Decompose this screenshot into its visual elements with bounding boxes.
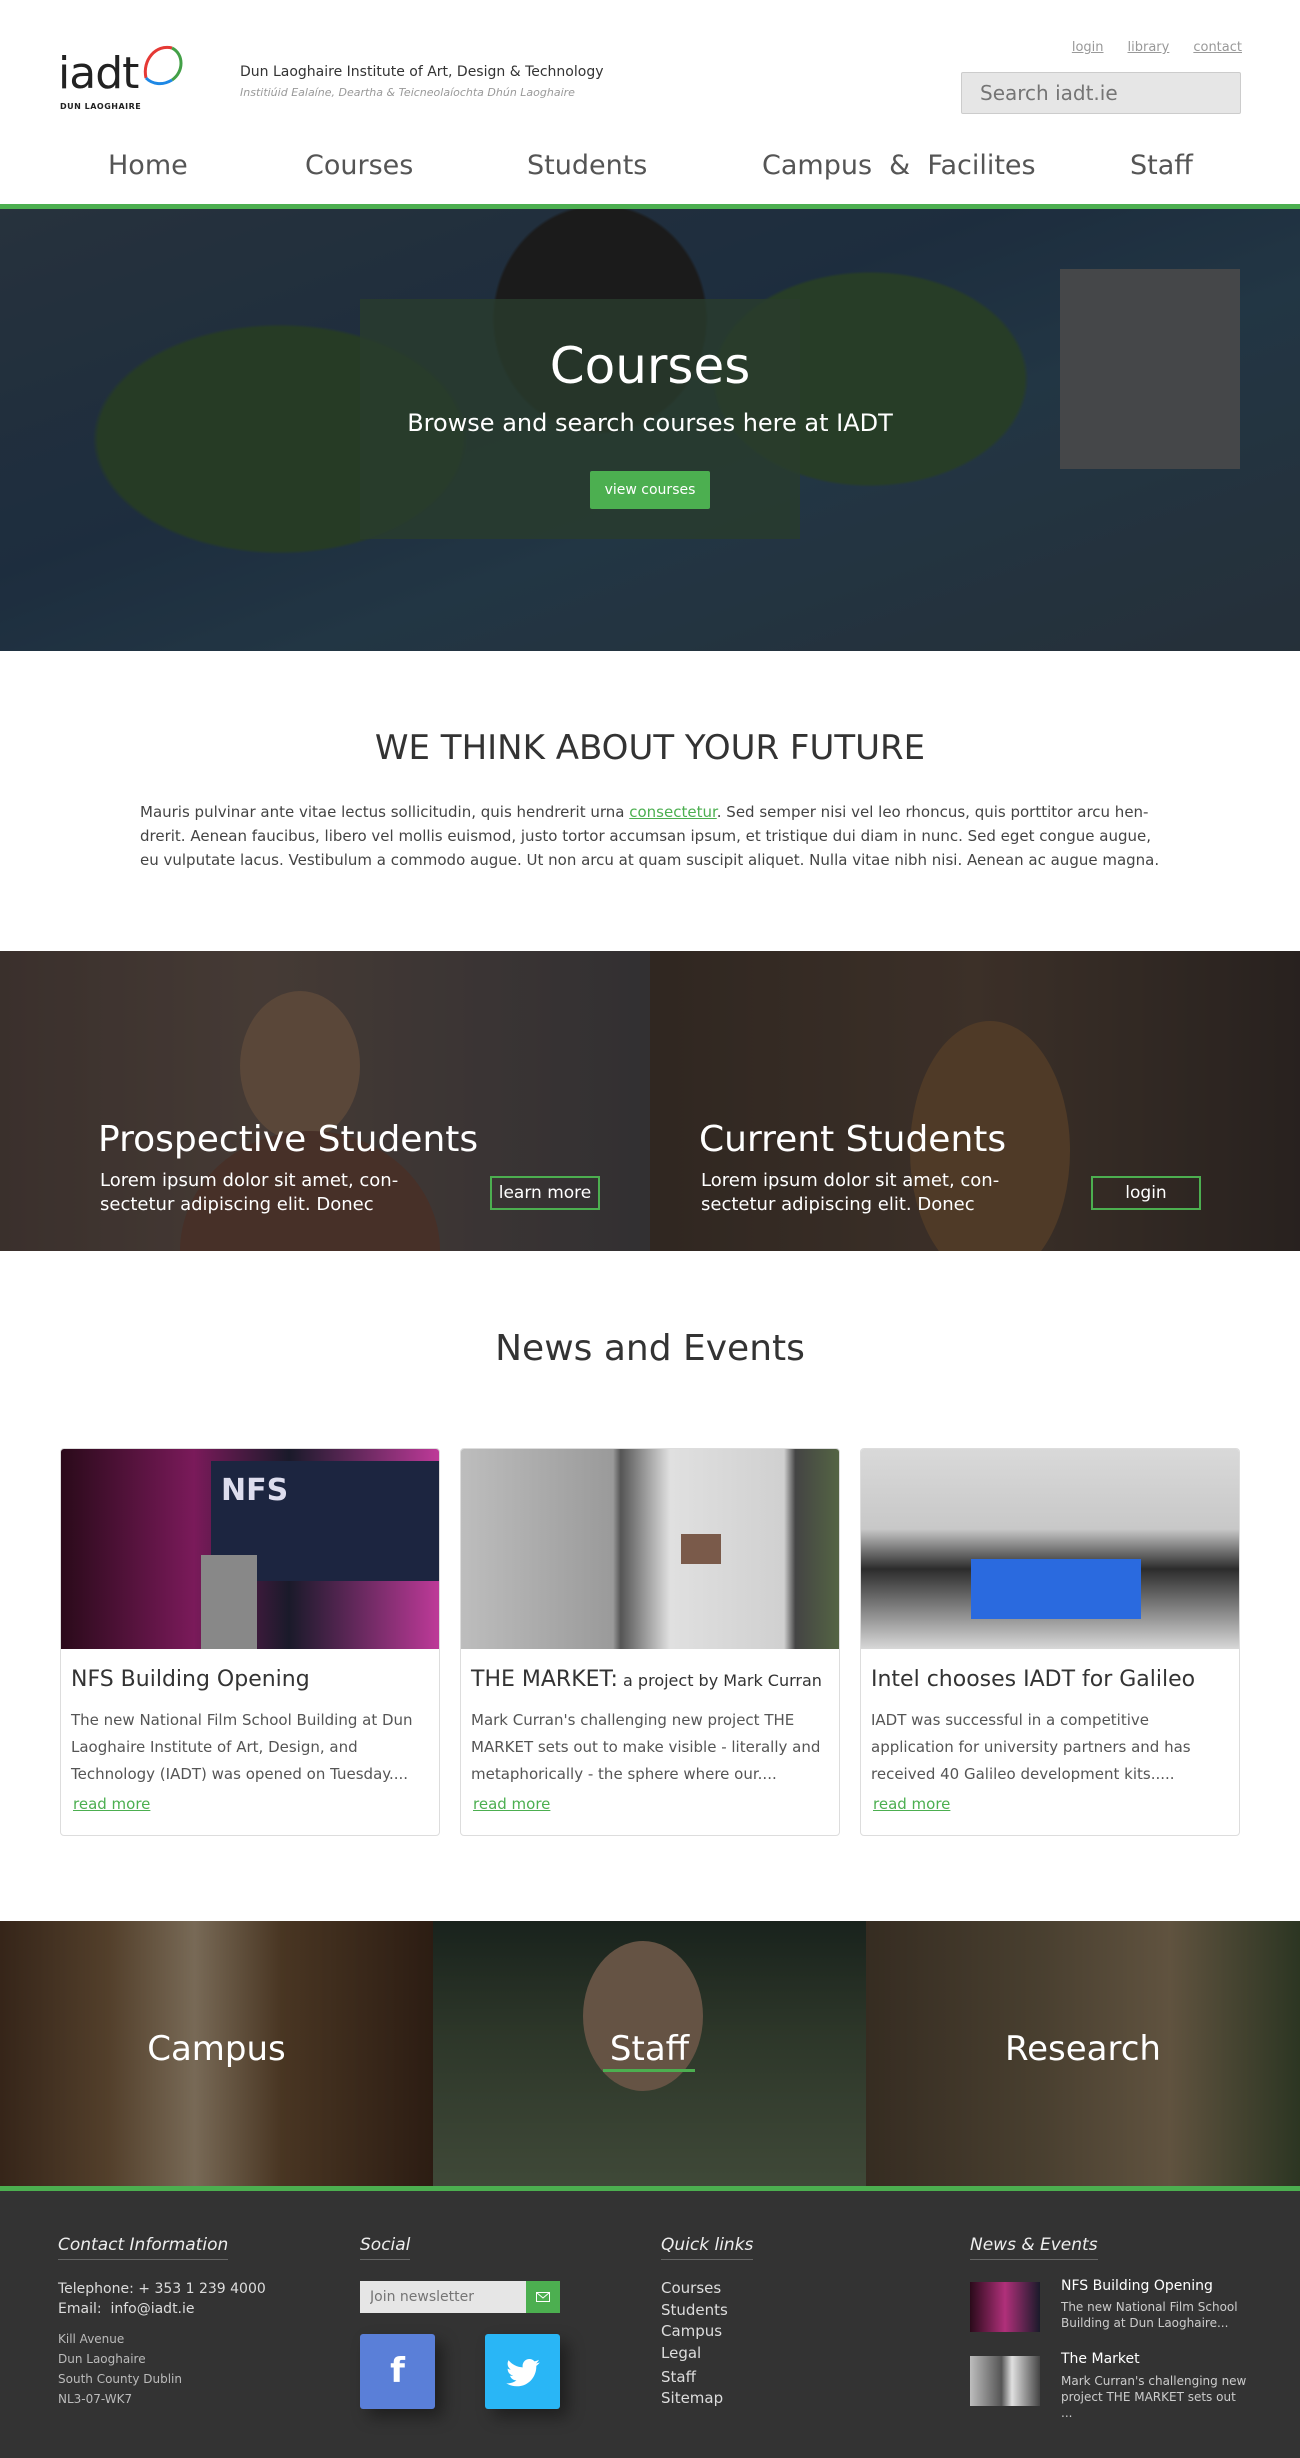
quick-link-courses[interactable]: Courses	[661, 2279, 721, 2297]
news-events-heading: News & Events	[970, 2235, 1098, 2260]
news-card[interactable]: NFS NFS Building Opening The new Nationa…	[60, 1448, 440, 1836]
news-title: THE MARKET: a project by Mark Curran	[471, 1667, 822, 1692]
twitter-button[interactable]	[485, 2334, 560, 2409]
facebook-icon: f	[390, 2351, 405, 2391]
top-links: login library contact	[1072, 40, 1242, 55]
institute-irish-name: Institiúid Ealaíne, Deartha & Teicneolaí…	[240, 86, 575, 99]
read-more-link[interactable]: read more	[873, 1795, 950, 1813]
logo-subtitle: DUN LAOGHAIRE	[60, 102, 142, 111]
footer-news-thumbnail[interactable]	[970, 2356, 1040, 2406]
quick-link-students[interactable]: Students	[661, 2301, 728, 2319]
social-heading: Social	[360, 2235, 411, 2260]
quick-links-heading: Quick links	[661, 2235, 754, 2260]
address-line: Kill Avenue	[58, 2332, 125, 2346]
telephone: Telephone: + 353 1 239 4000	[58, 2281, 266, 2297]
prospective-students-panel[interactable]: Prospective Students Lorem ipsum dolor s…	[0, 951, 650, 1251]
future-paragraph: Mauris pulvinar ante vitae lectus sollic…	[140, 800, 1160, 872]
current-students-title: Current Students	[699, 1119, 1007, 1160]
email: Email: info@iadt.ie	[58, 2301, 195, 2317]
news-excerpt: IADT was successful in a competitive app…	[871, 1711, 1191, 1783]
consectetur-link[interactable]: consectetur	[629, 803, 717, 821]
staff-label: Staff	[609, 2029, 690, 2069]
quick-link-legal[interactable]: Legal	[661, 2344, 701, 2362]
podium	[201, 1555, 257, 1649]
iadt-logo[interactable]: iadt DUN LAOGHAIRE	[58, 38, 188, 114]
news-excerpt: Mark Curran's challenging new project TH…	[471, 1711, 821, 1783]
current-students-text: Lorem ipsum dolor sit amet, con-sectetur…	[701, 1170, 1000, 1215]
footer-news-text: The new National Film School Building at…	[1061, 2300, 1238, 2330]
login-link[interactable]: login	[1072, 40, 1104, 55]
nav-campus-facilities[interactable]: Campus & Facilites	[762, 150, 1036, 181]
campus-tile[interactable]: Campus	[0, 1921, 433, 2186]
hero-banner: Courses Browse and search courses here a…	[0, 209, 1300, 651]
nav-students[interactable]: Students	[527, 150, 647, 181]
nav-courses[interactable]: Courses	[305, 150, 413, 181]
research-tile[interactable]: Research	[866, 1921, 1300, 2186]
newsletter-submit-button[interactable]	[526, 2281, 560, 2313]
future-text-start: Mauris pulvinar ante vitae lectus sollic…	[140, 803, 630, 821]
quick-link-campus[interactable]: Campus	[661, 2322, 722, 2340]
learn-more-button[interactable]: learn more	[490, 1176, 600, 1210]
prospective-students-text: Lorem ipsum dolor sit amet, con-sectetur…	[100, 1170, 399, 1215]
view-courses-button[interactable]: view courses	[590, 471, 710, 509]
news-title: Intel chooses IADT for Galileo	[871, 1667, 1196, 1692]
site-footer: Contact Information Telephone: + 353 1 2…	[0, 2191, 1300, 2458]
contact-heading: Contact Information	[58, 2235, 229, 2260]
footer-news-thumbnail[interactable]	[970, 2282, 1040, 2332]
address-line: South County Dublin	[58, 2372, 182, 2386]
footer-news-title[interactable]: The Market	[1061, 2351, 1140, 2367]
campus-label: Campus	[147, 2029, 286, 2069]
footer-news-text: Mark Curran's challenging new project TH…	[1061, 2374, 1247, 2420]
contact-link[interactable]: contact	[1193, 40, 1242, 55]
hero-title: Courses	[549, 337, 751, 395]
login-button[interactable]: login	[1091, 1176, 1201, 1210]
staff-tile[interactable]: Staff	[433, 1921, 866, 2186]
gallery-artwork	[681, 1534, 721, 1564]
nav-home[interactable]: Home	[108, 150, 188, 181]
newsletter-input[interactable]	[360, 2281, 526, 2313]
news-card[interactable]: THE MARKET: a project by Mark Curran Mar…	[460, 1448, 840, 1836]
twitter-icon	[505, 2358, 540, 2386]
galileo-kits	[971, 1559, 1141, 1619]
news-image-nfs: NFS	[61, 1449, 439, 1649]
hero-subtitle: Browse and search courses here at IADT	[407, 409, 893, 437]
staff-underline	[603, 2069, 695, 2072]
news-card[interactable]: Intel chooses IADT for Galileo IADT was …	[860, 1448, 1240, 1836]
quick-link-staff[interactable]: Staff	[661, 2368, 696, 2386]
library-link[interactable]: library	[1128, 40, 1170, 55]
search-input[interactable]	[961, 72, 1241, 114]
address-line: NL3-07-WK7	[58, 2392, 133, 2406]
institute-name: Dun Laoghaire Institute of Art, Design &…	[240, 64, 604, 80]
news-image-market	[461, 1449, 839, 1649]
site-header: iadt DUN LAOGHAIRE Dun Laoghaire Institu…	[0, 0, 1300, 210]
mail-icon	[536, 2292, 550, 2302]
news-image-galileo	[861, 1449, 1239, 1649]
research-label: Research	[1005, 2029, 1161, 2069]
logo-swirl-icon	[143, 45, 183, 86]
facebook-button[interactable]: f	[360, 2334, 435, 2409]
logo-wordmark: iadt	[58, 48, 139, 99]
news-title: NFS Building Opening	[71, 1667, 310, 1692]
footer-news-title[interactable]: NFS Building Opening	[1061, 2278, 1213, 2294]
current-students-panel[interactable]: Current Students Lorem ipsum dolor sit a…	[650, 951, 1300, 1251]
news-excerpt: The new National Film School Building at…	[71, 1711, 413, 1783]
future-heading: WE THINK ABOUT YOUR FUTURE	[374, 728, 926, 768]
nfs-screen-text: NFS	[221, 1473, 289, 1508]
news-heading: News and Events	[495, 1328, 805, 1369]
main-nav: Home Courses Students Campus & Facilites…	[0, 146, 1300, 202]
read-more-link[interactable]: read more	[473, 1795, 550, 1813]
address-line: Dun Laoghaire	[58, 2352, 146, 2366]
prospective-students-title: Prospective Students	[98, 1119, 479, 1160]
nav-staff[interactable]: Staff	[1130, 150, 1193, 181]
read-more-link[interactable]: read more	[73, 1795, 150, 1813]
quick-link-sitemap[interactable]: Sitemap	[661, 2389, 723, 2407]
